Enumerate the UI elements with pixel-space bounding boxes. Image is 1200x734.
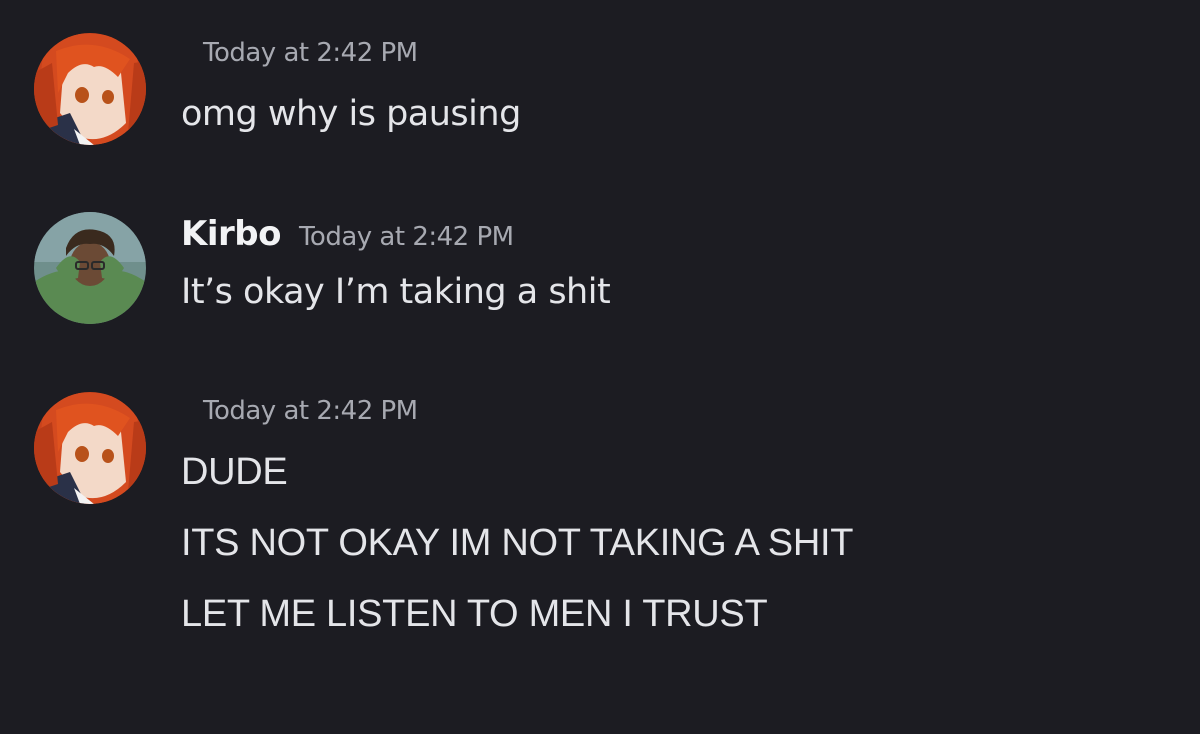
message-header: Kirbo Today at 2:42 PM (181, 214, 514, 254)
message-author[interactable]: Kirbo (181, 214, 281, 254)
message-text: LET ME LISTEN TO MEN I TRUST (181, 593, 768, 635)
anime-girl-avatar-icon[interactable] (34, 33, 146, 145)
anime-girl-avatar-icon[interactable] (34, 392, 146, 504)
message-text: It’s okay I’m taking a shit (181, 272, 611, 312)
message-text: omg why is pausing (181, 94, 521, 134)
message-text: DUDE (181, 451, 288, 493)
message-header: Today at 2:42 PM (181, 38, 418, 68)
chat-messages: Today at 2:42 PM omg why is pausing Kirb… (0, 0, 1200, 734)
message-timestamp[interactable]: Today at 2:42 PM (203, 38, 418, 68)
message-timestamp[interactable]: Today at 2:42 PM (299, 222, 514, 252)
message-header: Today at 2:42 PM (181, 396, 418, 426)
message-timestamp[interactable]: Today at 2:42 PM (203, 396, 418, 426)
message-text: ITS NOT OKAY IM NOT TAKING A SHIT (181, 522, 854, 564)
man-avatar-icon[interactable] (34, 212, 146, 324)
